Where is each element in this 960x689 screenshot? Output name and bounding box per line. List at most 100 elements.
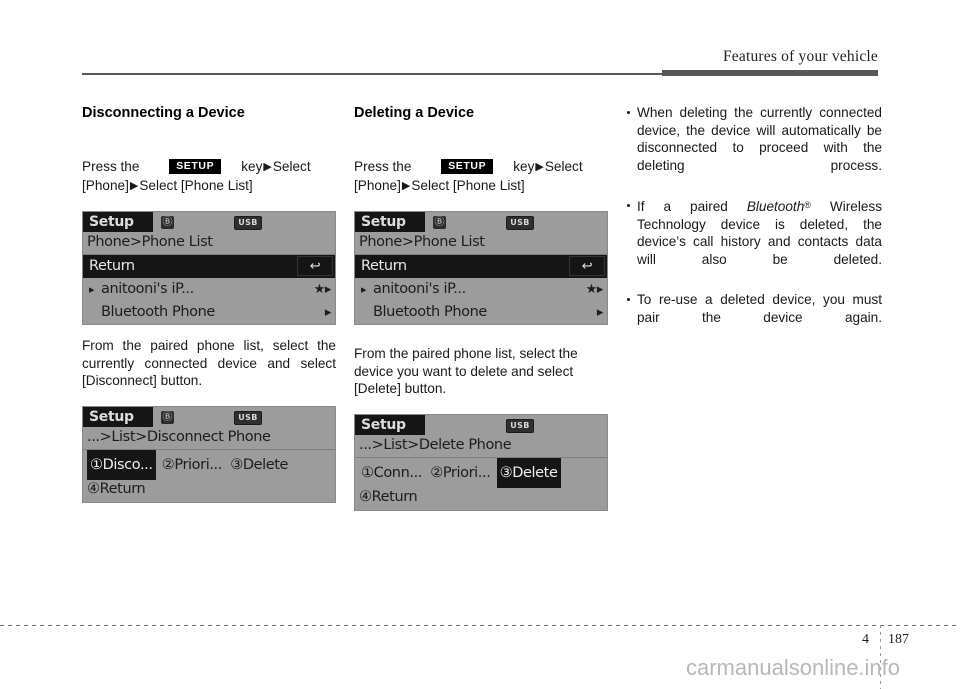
lcd-option-disconnect[interactable]: ①Disco... <box>87 449 156 480</box>
lcd-screen-delete-phone[interactable]: Setup USB ...>List>Delete Phone ①Conn...… <box>354 413 608 511</box>
bullet-text: When deleting the currently connected de… <box>637 105 882 173</box>
left-instruction: Press the SETUP key▶Select [Phone]▶Select… <box>82 158 336 195</box>
option-number: ④ <box>359 488 372 505</box>
usb-badge: USB <box>506 216 534 231</box>
list-item: To re-use a deleted device, you must pai… <box>626 291 882 344</box>
lcd-screen-disconnect-phone[interactable]: Setup Ⓑ USB ...>List>Disconnect Phone ①D… <box>82 405 336 503</box>
lcd-row-device[interactable]: ▸ anitooni's iP... ★▸ <box>355 278 607 301</box>
lcd-row-label: Return <box>361 258 407 275</box>
left-instr-after-key: key <box>241 159 263 174</box>
lcd-row-return[interactable]: Return ↩ <box>83 255 335 279</box>
option-number: ③ <box>230 456 243 473</box>
lcd-topbar: Setup Ⓑ USB <box>83 212 335 233</box>
header-rule-accent <box>662 70 878 76</box>
option-label: Return <box>371 488 418 505</box>
lcd-title: Setup <box>355 414 425 435</box>
lcd-topbar: Setup Ⓑ USB <box>355 212 607 233</box>
option-number: ③ <box>499 464 513 481</box>
left-instr-line2b: Select [Phone List] <box>139 177 253 193</box>
middle-section-heading: Deleting a Device <box>354 105 475 121</box>
left-caption: From the paired phone list, select the c… <box>82 338 336 389</box>
lcd-option-delete[interactable]: ③Delete <box>496 457 561 488</box>
footer-divider <box>0 625 960 626</box>
bullet-icon <box>627 111 630 114</box>
option-number: ① <box>90 456 103 473</box>
lcd-row-bluetooth-phone[interactable]: Bluetooth Phone ▸ <box>355 301 607 324</box>
middle-instruction: Press the SETUP key▶Select [Phone]▶Select… <box>354 158 608 195</box>
left-section-heading: Disconnecting a Device <box>82 105 245 121</box>
option-number: ① <box>361 464 374 481</box>
middle-instr-before: Press the <box>354 159 412 174</box>
middle-caption: From the paired phone list, select the d… <box>354 346 578 397</box>
lcd-row-label: anitooni's iP... <box>373 281 466 298</box>
usb-badge: USB <box>234 410 262 425</box>
option-number: ② <box>161 456 175 473</box>
lcd-breadcrumb: ...>List>Delete Phone <box>355 435 607 458</box>
bluetooth-icon: Ⓑ <box>161 216 174 230</box>
middle-instr-after-key: key <box>513 159 535 174</box>
setup-key-chip[interactable]: SETUP <box>441 159 494 174</box>
arrow-icon: ▶ <box>263 161 272 173</box>
chevron-right-icon: ▸ <box>596 305 604 321</box>
lcd-row-label: Bluetooth Phone <box>101 304 215 321</box>
list-item: If a paired Bluetooth® Wireless Technolo… <box>626 197 882 286</box>
lcd-row-label: Bluetooth Phone <box>373 304 487 321</box>
lcd-breadcrumb: ...>List>Disconnect Phone <box>83 427 335 450</box>
setup-key-chip[interactable]: SETUP <box>169 159 222 174</box>
bluetooth-icon: Ⓑ <box>161 410 174 424</box>
middle-column: Deleting a Device Press the SETUP key ▶Sel… <box>354 104 608 511</box>
option-label: Priori... <box>174 456 222 473</box>
chevron-right-icon: ▸ <box>324 305 332 321</box>
page-number: 187 <box>888 632 909 647</box>
left-instr-before: Press the <box>82 159 140 174</box>
lcd-row-label: Return <box>89 258 135 275</box>
watermark: carmanualsonline.info <box>686 655 901 680</box>
arrow-icon-2: ▶ <box>129 179 139 192</box>
page-header-title: Features of your vehicle <box>722 48 878 65</box>
lcd-topbar: Setup USB <box>355 414 607 435</box>
list-marker-icon: ▸ <box>361 283 367 297</box>
middle-instr-phone: [Phone] <box>354 177 401 193</box>
option-number: ② <box>430 464 443 481</box>
star-chevron-icon: ★▸ <box>585 282 604 298</box>
left-instr-phone: [Phone] <box>82 177 129 193</box>
lcd-option-row: ①Disco... ②Priori... ③Delete <box>83 449 335 480</box>
bluetooth-icon: Ⓑ <box>433 216 446 230</box>
lcd-breadcrumb: Phone>Phone List <box>83 232 335 256</box>
lcd-option-priority[interactable]: ②Priori... <box>160 451 224 479</box>
chapter-number: 4 <box>862 632 869 647</box>
lcd-title: Setup <box>355 212 425 233</box>
lcd-breadcrumb: Phone>Phone List <box>355 232 607 256</box>
lcd-row-return[interactable]: Return ↩ <box>355 255 607 279</box>
lcd-option-priority[interactable]: ②Priori... <box>428 459 492 487</box>
lcd-title: Setup <box>83 406 153 427</box>
list-item: When deleting the currently connected de… <box>626 104 882 192</box>
return-arrow-icon[interactable]: ↩ <box>569 256 605 277</box>
lcd-option-delete[interactable]: ③Delete <box>228 451 290 479</box>
lcd-row-label: anitooni's iP... <box>101 281 194 298</box>
registered-icon: ® <box>804 199 811 210</box>
bullet-icon <box>627 203 630 207</box>
list-marker-icon: ▸ <box>89 283 95 297</box>
left-instr-select: Select <box>272 159 311 174</box>
bullet-text: To re-use a deleted device, you must pai… <box>637 291 882 325</box>
option-number: ④ <box>87 480 100 497</box>
lcd-screen-phone-list-left[interactable]: Setup Ⓑ USB Phone>Phone List Return ↩ ▸ a… <box>82 211 336 326</box>
lcd-row-device[interactable]: ▸ anitooni's iP... ★▸ <box>83 278 335 301</box>
bluetooth-wordmark: Bluetooth <box>746 198 805 214</box>
notes-bullet-list: When deleting the currently connected de… <box>626 104 882 344</box>
return-arrow-icon[interactable]: ↩ <box>297 256 333 277</box>
usb-badge: USB <box>234 216 262 231</box>
lcd-option-row: ①Conn... ②Priori... ③Delete <box>355 457 607 488</box>
arrow-icon-2: ▶ <box>401 179 411 192</box>
lcd-topbar: Setup Ⓑ USB <box>83 406 335 427</box>
bullet-text-pre: If a paired <box>637 198 747 214</box>
lcd-screen-phone-list-middle[interactable]: Setup Ⓑ USB Phone>Phone List Return ↩ ▸ a… <box>354 211 608 326</box>
option-label: Priori... <box>442 464 491 481</box>
left-column: Disconnecting a Device Press the SETUP ke… <box>82 104 336 503</box>
lcd-row-bluetooth-phone[interactable]: Bluetooth Phone ▸ <box>83 301 335 324</box>
bullet-icon <box>627 297 630 301</box>
middle-instr-line2b: Select [Phone List] <box>411 177 525 193</box>
lcd-option-connect[interactable]: ①Conn... <box>359 459 424 487</box>
lcd-option-return[interactable]: ④Return <box>355 484 607 510</box>
